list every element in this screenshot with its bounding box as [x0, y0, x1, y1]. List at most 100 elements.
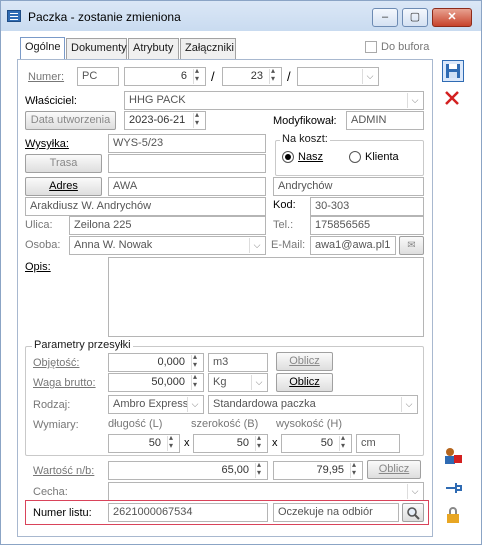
objetosc-label: Objętość:: [33, 357, 80, 369]
objetosc-field[interactable]: 0,000: [108, 353, 204, 372]
radio-klienta[interactable]: [349, 151, 361, 163]
wysokosc-label: wysokość (H): [276, 418, 343, 430]
kod-label: Kod:: [273, 199, 296, 211]
date-spinner[interactable]: [193, 112, 204, 128]
lock-icon: [447, 507, 459, 523]
numer-listu-label: Numer listu:: [33, 507, 92, 519]
chevron-down-icon[interactable]: ⌵: [362, 69, 377, 84]
wlasciciel-select[interactable]: HHG PACK ⌵: [124, 91, 424, 110]
cancel-button[interactable]: [442, 88, 464, 110]
rodzaj-carrier-select[interactable]: Ambro Express ⌵: [108, 395, 204, 414]
numer-sep1: /: [211, 69, 215, 84]
wartosc-netto-spinner[interactable]: [255, 462, 266, 478]
numer-number-field[interactable]: 6: [124, 67, 206, 86]
numer-listu-status-field: Oczekuje na odbiór: [273, 503, 399, 522]
wartosc-brutto-spinner[interactable]: [350, 462, 361, 478]
adres-code-field[interactable]: AWA: [108, 177, 266, 196]
numer-number-spinner[interactable]: [193, 68, 204, 84]
do-bufora-checkbox[interactable]: [365, 41, 377, 53]
tab-zalaczniki[interactable]: Załączniki: [180, 38, 236, 59]
modyfikowal-label: Modyfikował:: [273, 115, 337, 127]
adres-button[interactable]: Adres: [25, 177, 102, 196]
lock-button[interactable]: [442, 504, 464, 526]
cecha-label: Cecha:: [33, 486, 68, 498]
adres-city-field[interactable]: Andrychów: [273, 177, 424, 196]
pin-icon: [446, 483, 462, 493]
email-field[interactable]: awa1@awa.pl1: [310, 236, 396, 255]
minimize-button[interactable]: ‒: [372, 8, 398, 27]
numer-sep2: /: [287, 69, 291, 84]
adres-name-field[interactable]: Arakdiusz W. Andrychów: [25, 197, 266, 216]
package-icon: [7, 10, 21, 22]
waga-field[interactable]: 50,000: [108, 373, 204, 392]
wysylka-field[interactable]: WYS-5/23: [108, 134, 266, 153]
wartosc-netto-field[interactable]: 65,00: [108, 461, 268, 480]
objetosc-spinner[interactable]: [191, 354, 202, 370]
chevron-down-icon[interactable]: ⌵: [249, 238, 264, 253]
rodzaj-label: Rodzaj:: [33, 399, 71, 411]
window: Paczka - zostanie zmieniona ‒ ▢ ✕ Ogólne…: [0, 0, 482, 545]
wartosc-oblicz-button[interactable]: Oblicz: [367, 460, 421, 479]
wysokosc-spinner[interactable]: [339, 435, 350, 451]
data-utworzenia-field[interactable]: 2023-06-21: [124, 111, 206, 130]
tab-ogolne[interactable]: Ogólne: [20, 37, 65, 60]
wysokosc-field[interactable]: 50: [281, 434, 352, 453]
tel-label: Tel.:: [273, 219, 294, 231]
numer-suffix-select[interactable]: ⌵: [297, 67, 379, 86]
parametry-legend: Parametry przesyłki: [32, 339, 133, 351]
ulica-field[interactable]: Zeilona 225: [69, 216, 266, 235]
save-button[interactable]: [442, 60, 464, 82]
do-bufora-label: Do bufora: [381, 41, 430, 53]
data-utworzenia-button[interactable]: Data utworzenia: [25, 111, 116, 130]
contact-button[interactable]: [442, 445, 464, 467]
chevron-down-icon[interactable]: ⌵: [407, 484, 422, 499]
chevron-down-icon[interactable]: ⌵: [407, 93, 422, 108]
objetosc-unit: m3: [208, 353, 268, 372]
wartosc-brutto-field[interactable]: 79,95: [273, 461, 363, 480]
objetosc-oblicz-button[interactable]: Oblicz: [276, 352, 333, 371]
dlugosc-spinner[interactable]: [167, 435, 178, 451]
radio-nasz[interactable]: [282, 151, 294, 163]
person-card-icon: [445, 448, 462, 464]
maximize-button[interactable]: ▢: [402, 8, 428, 27]
tel-field[interactable]: 175856565: [310, 216, 424, 235]
pin-button[interactable]: [442, 477, 464, 499]
kod-field[interactable]: 30-303: [310, 197, 424, 216]
osoba-select[interactable]: Anna W. Nowak ⌵: [69, 236, 266, 255]
envelope-icon[interactable]: ✉: [399, 236, 424, 255]
rodzaj-type-select[interactable]: Standardowa paczka ⌵: [208, 395, 418, 414]
chevron-down-icon[interactable]: ⌵: [187, 397, 202, 412]
numer-label: Numer:: [28, 71, 65, 83]
waga-unit-select[interactable]: Kg ⌵: [208, 373, 268, 392]
numer-listu-field[interactable]: 2621000067534: [108, 503, 268, 522]
szerokosc-spinner[interactable]: [255, 435, 266, 451]
close-button[interactable]: ✕: [432, 8, 472, 27]
numer-prefix-field[interactable]: PC: [77, 67, 119, 86]
waga-spinner[interactable]: [191, 374, 202, 390]
szerokosc-field[interactable]: 50: [193, 434, 268, 453]
chevron-down-icon[interactable]: ⌵: [251, 375, 266, 390]
chevron-down-icon[interactable]: ⌵: [401, 397, 416, 412]
numer-month-field[interactable]: 23: [222, 67, 282, 86]
x-sep-1: x: [184, 437, 190, 449]
numer-listu-search-button[interactable]: [402, 503, 424, 522]
dlugosc-field[interactable]: 50: [108, 434, 180, 453]
x-sep-2: x: [272, 437, 278, 449]
tab-atrybuty[interactable]: Atrybuty: [128, 38, 179, 59]
cecha-select[interactable]: ⌵: [108, 482, 424, 501]
ulica-label: Ulica:: [25, 219, 53, 231]
save-icon: [446, 64, 460, 78]
radio-nasz-label: Nasz: [298, 151, 324, 163]
trasa-button[interactable]: Trasa: [25, 154, 102, 173]
wysylka-label: Wysyłka:: [25, 138, 69, 150]
window-title: Paczka - zostanie zmieniona: [28, 10, 181, 24]
waga-oblicz-button[interactable]: Oblicz: [276, 373, 333, 392]
email-label: E-Mail:: [271, 239, 306, 251]
osoba-label: Osoba:: [25, 239, 61, 251]
red-x-icon: [445, 91, 459, 105]
opis-textarea[interactable]: [108, 257, 424, 337]
numer-month-spinner[interactable]: [269, 68, 280, 84]
trasa-field[interactable]: [108, 154, 266, 173]
na-koszt-legend: Na koszt:: [280, 133, 330, 145]
tab-dokumenty[interactable]: Dokumenty: [66, 38, 127, 59]
